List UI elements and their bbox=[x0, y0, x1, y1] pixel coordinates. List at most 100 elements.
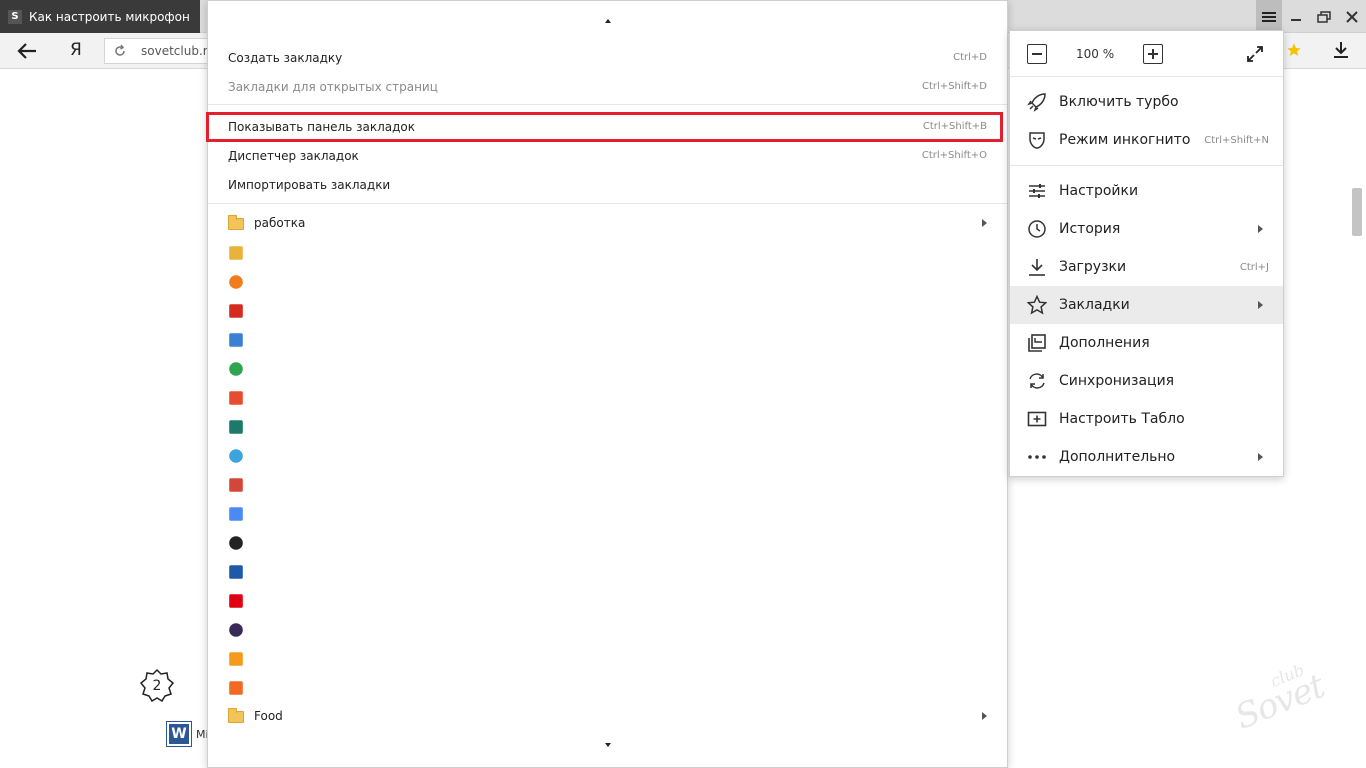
bookmark-item[interactable] bbox=[208, 383, 1007, 412]
bookmark-favicon-icon bbox=[229, 391, 243, 405]
bookmark-favicon-icon bbox=[229, 304, 243, 318]
minus-icon bbox=[1032, 53, 1042, 55]
bookmark-favicon-icon bbox=[229, 594, 243, 608]
sliders-icon bbox=[1029, 184, 1045, 198]
bookmark-favicon-icon bbox=[229, 565, 243, 579]
bookmark-favicon-icon bbox=[229, 623, 243, 637]
step-number: 2 bbox=[153, 678, 162, 694]
bookmark-item[interactable] bbox=[208, 325, 1007, 354]
window-controls bbox=[1256, 0, 1366, 33]
menu-extensions[interactable]: Дополнения bbox=[1010, 324, 1283, 362]
downloads-icon[interactable] bbox=[1333, 41, 1349, 59]
bookmark-item[interactable] bbox=[208, 354, 1007, 383]
bookmark-item[interactable] bbox=[208, 644, 1007, 673]
submenu-arrow-icon bbox=[1258, 301, 1263, 309]
menu-bookmarks[interactable]: Закладки bbox=[1010, 286, 1283, 324]
bookmark-favicon-icon bbox=[229, 681, 243, 695]
bookmark-item[interactable] bbox=[208, 586, 1007, 615]
submenu-arrow-icon bbox=[982, 219, 987, 227]
minimize-icon bbox=[1291, 18, 1301, 21]
bookmark-favicon-icon bbox=[229, 449, 243, 463]
url-text: sovetclub.r bbox=[141, 44, 208, 58]
bookmark-item[interactable] bbox=[208, 238, 1007, 267]
address-input[interactable]: sovetclub.r bbox=[104, 38, 214, 64]
menu-turbo[interactable]: Включить турбо bbox=[1010, 83, 1283, 121]
menu-more[interactable]: Дополнительно bbox=[1010, 438, 1283, 476]
rocket-icon bbox=[1027, 93, 1046, 112]
bookmark-item[interactable] bbox=[208, 499, 1007, 528]
tableau-plus-icon bbox=[1027, 411, 1047, 427]
browser-menu-button[interactable] bbox=[1256, 0, 1282, 33]
browser-tab[interactable]: S Как настроить микрофон bbox=[0, 0, 200, 33]
star-icon bbox=[1027, 295, 1047, 315]
tab-favicon: S bbox=[8, 9, 22, 24]
bookmarks-submenu: Создать закладку Ctrl+D Закладки для отк… bbox=[206, 0, 1008, 768]
bookmark-folder-food[interactable]: Food bbox=[208, 702, 1007, 731]
bookmark-folder-rabotka[interactable]: работка bbox=[208, 209, 1007, 238]
restore-button[interactable] bbox=[1310, 0, 1338, 33]
reload-icon[interactable] bbox=[113, 44, 127, 58]
download-icon bbox=[1029, 259, 1045, 276]
import-bookmarks-item[interactable]: Импортировать закладки bbox=[208, 170, 1007, 199]
submenu-arrow-icon bbox=[1258, 453, 1263, 461]
page-scrollbar-thumb[interactable] bbox=[1352, 188, 1362, 236]
tab-title: Как настроить микрофон bbox=[29, 9, 190, 24]
clock-icon bbox=[1028, 220, 1046, 238]
close-button[interactable] bbox=[1338, 0, 1366, 33]
restore-icon bbox=[1317, 10, 1331, 23]
bookmark-item[interactable] bbox=[208, 296, 1007, 325]
bookmark-star-icon[interactable] bbox=[1286, 42, 1302, 58]
menu-divider bbox=[208, 203, 1007, 204]
zoom-out-button[interactable] bbox=[1027, 44, 1047, 64]
incognito-mask-icon bbox=[1029, 132, 1045, 149]
bookmark-item[interactable] bbox=[208, 557, 1007, 586]
word-app-icon: W bbox=[167, 722, 191, 746]
menu-downloads[interactable]: Загрузки Ctrl+J bbox=[1010, 248, 1283, 286]
extensions-icon bbox=[1028, 334, 1046, 352]
back-arrow-icon[interactable] bbox=[16, 41, 38, 61]
menu-divider bbox=[1010, 165, 1283, 166]
more-dots-icon bbox=[1028, 455, 1046, 459]
scroll-down-arrow-icon[interactable] bbox=[605, 743, 611, 747]
bookmark-item[interactable] bbox=[208, 615, 1007, 644]
zoom-controls: 100 % bbox=[1010, 31, 1283, 77]
close-icon bbox=[1346, 10, 1358, 23]
bookmark-item[interactable] bbox=[208, 528, 1007, 557]
scroll-up-arrow-icon[interactable] bbox=[605, 19, 611, 23]
minimize-button[interactable] bbox=[1282, 0, 1310, 33]
bookmark-item[interactable] bbox=[208, 412, 1007, 441]
sync-icon bbox=[1029, 373, 1045, 389]
bookmark-favicon-icon bbox=[229, 536, 243, 550]
submenu-arrow-icon bbox=[982, 712, 987, 720]
fullscreen-icon[interactable] bbox=[1246, 45, 1264, 63]
bookmark-item[interactable] bbox=[208, 673, 1007, 702]
highlight-frame bbox=[206, 112, 1003, 142]
menu-tableau[interactable]: Настроить Табло bbox=[1010, 400, 1283, 438]
bookmark-favicon-icon bbox=[229, 246, 243, 260]
step-number-badge: 2 bbox=[140, 668, 174, 702]
bookmark-item[interactable] bbox=[208, 267, 1007, 296]
bookmark-item[interactable] bbox=[208, 441, 1007, 470]
zoom-in-button[interactable] bbox=[1143, 44, 1163, 64]
bookmark-favicon-icon bbox=[229, 507, 243, 521]
menu-sync[interactable]: Синхронизация bbox=[1010, 362, 1283, 400]
bookmark-favicon-icon bbox=[229, 478, 243, 492]
create-bookmark-item[interactable]: Создать закладку Ctrl+D bbox=[208, 43, 1007, 72]
menu-incognito[interactable]: Режим инкогнито Ctrl+Shift+N bbox=[1010, 121, 1283, 159]
menu-settings[interactable]: Настройки bbox=[1010, 172, 1283, 210]
submenu-arrow-icon bbox=[1258, 225, 1263, 233]
bookmark-manager-item[interactable]: Диспетчер закладок Ctrl+Shift+O bbox=[208, 141, 1007, 170]
hamburger-icon bbox=[1262, 11, 1276, 22]
bookmark-favicon-icon bbox=[229, 362, 243, 376]
menu-history[interactable]: История bbox=[1010, 210, 1283, 248]
bookmark-favicon-icon bbox=[229, 333, 243, 347]
browser-main-menu: 100 % Включить турбо Режим инкогнито Ctr… bbox=[1009, 30, 1284, 477]
folder-icon bbox=[228, 215, 244, 232]
sovet-club-watermark: club Sovet bbox=[1229, 660, 1330, 738]
plus-icon bbox=[1148, 49, 1158, 59]
bookmark-favicon-icon bbox=[229, 420, 243, 434]
menu-divider bbox=[208, 104, 1007, 105]
yandex-logo[interactable]: Я bbox=[70, 40, 82, 60]
bookmark-item[interactable] bbox=[208, 470, 1007, 499]
folder-icon bbox=[228, 708, 244, 725]
